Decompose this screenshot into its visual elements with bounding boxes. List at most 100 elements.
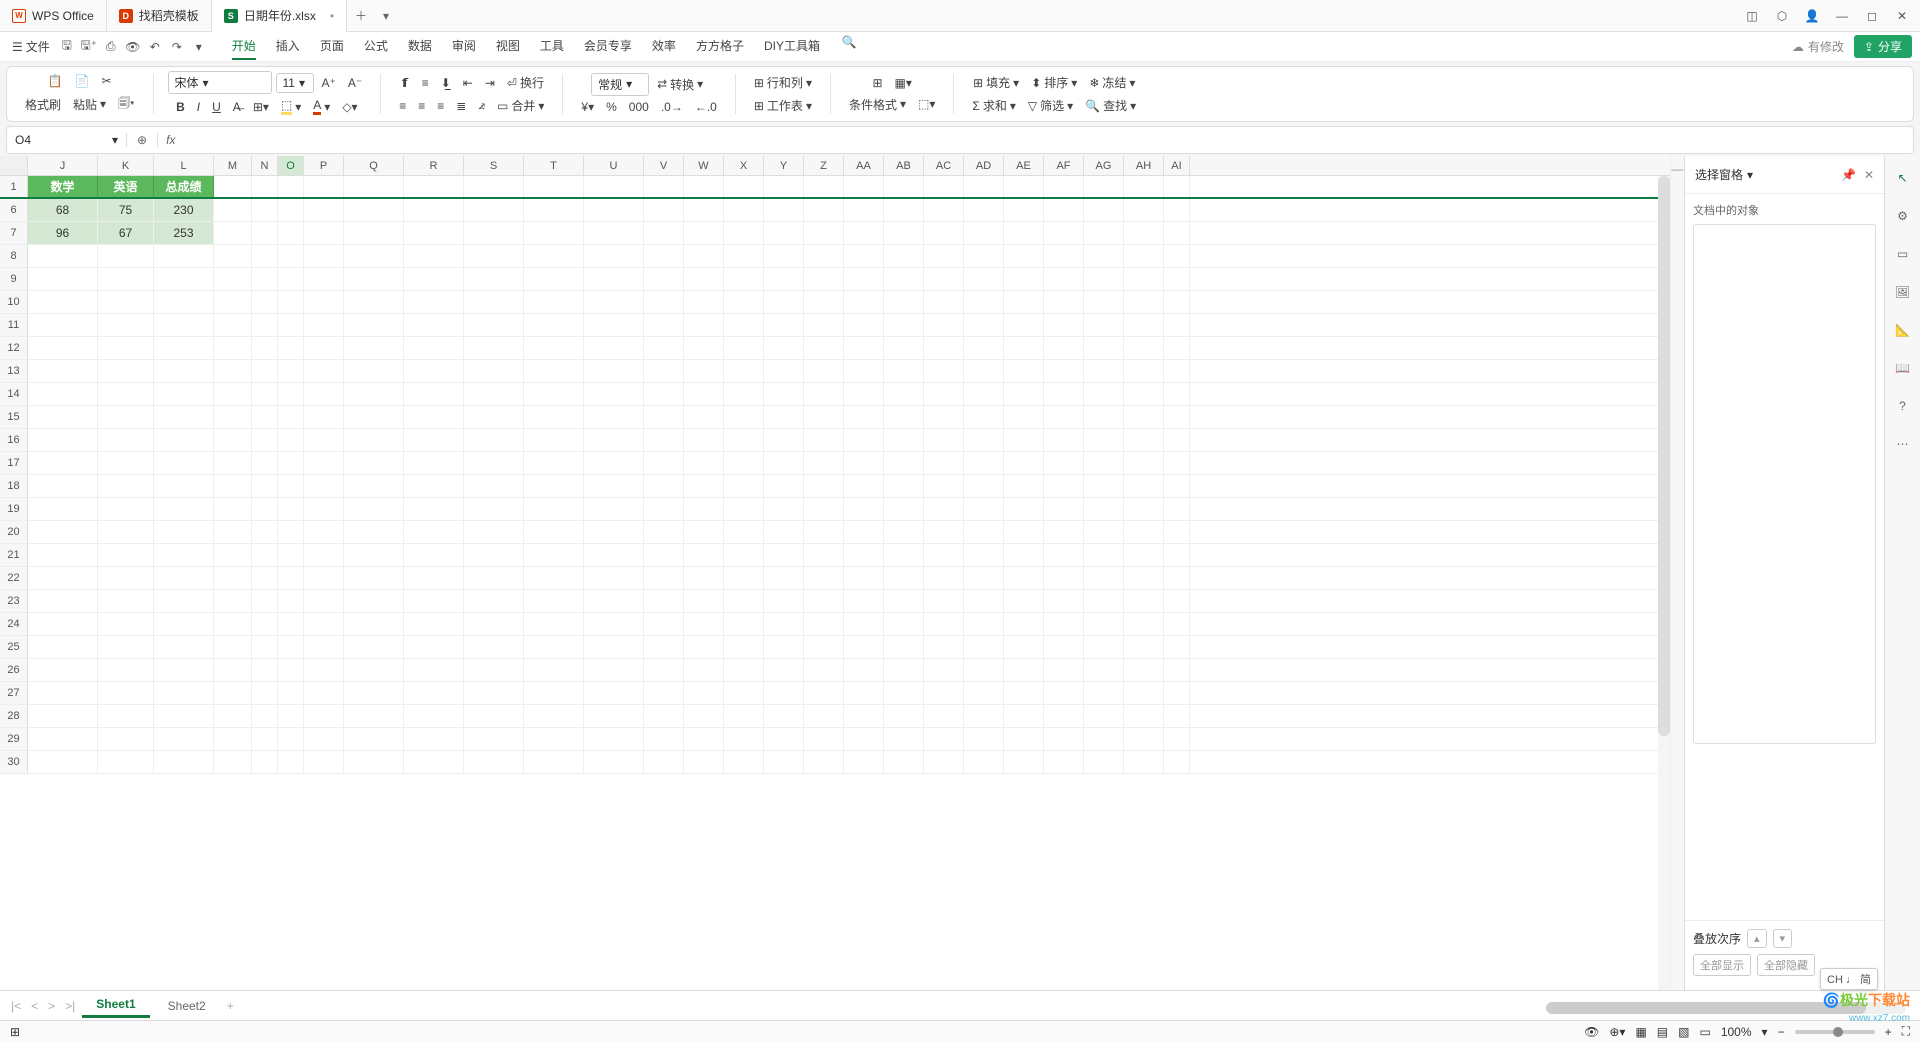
cell-R30[interactable] [404,751,464,773]
cell-AI10[interactable] [1164,291,1190,313]
cell-N19[interactable] [252,498,278,520]
cell-S12[interactable] [464,337,524,359]
cell-R12[interactable] [404,337,464,359]
sheet-last-icon[interactable]: >| [62,999,78,1013]
row-header-30[interactable]: 30 [0,751,28,773]
cell-U6[interactable] [584,199,644,221]
cell-P13[interactable] [304,360,344,382]
font-name-combo[interactable]: 宋体▾ [168,71,272,94]
cell-L14[interactable] [154,383,214,405]
cell-X20[interactable] [724,521,764,543]
cell-AD28[interactable] [964,705,1004,727]
cell-AF12[interactable] [1044,337,1084,359]
redo-icon[interactable]: ↷ [168,38,186,56]
cell-U7[interactable] [584,222,644,244]
cell-AA18[interactable] [844,475,884,497]
cell-AE25[interactable] [1004,636,1044,658]
cell-Q12[interactable] [344,337,404,359]
cell-AD14[interactable] [964,383,1004,405]
zoom-dropdown-icon[interactable]: ▾ [1762,1025,1768,1039]
cell-W14[interactable] [684,383,724,405]
cell-AD20[interactable] [964,521,1004,543]
tab-templates[interactable]: D 找稻壳模板 [107,0,212,32]
cell-Q23[interactable] [344,590,404,612]
cell-AC10[interactable] [924,291,964,313]
cell-U25[interactable] [584,636,644,658]
cell-Z23[interactable] [804,590,844,612]
cell-Y7[interactable] [764,222,804,244]
cell-T7[interactable] [524,222,584,244]
cell-J30[interactable] [28,751,98,773]
cell-Y16[interactable] [764,429,804,451]
cell-Z1[interactable] [804,176,844,197]
cell-N30[interactable] [252,751,278,773]
cell-K22[interactable] [98,567,154,589]
cell-V30[interactable] [644,751,684,773]
cell-X11[interactable] [724,314,764,336]
cell-U23[interactable] [584,590,644,612]
cell-O1[interactable] [278,176,304,197]
crop-icon[interactable]: ⬚▾ [914,95,939,113]
cell-AI27[interactable] [1164,682,1190,704]
cell-O21[interactable] [278,544,304,566]
cell-AA1[interactable] [844,176,884,197]
cell-AC16[interactable] [924,429,964,451]
border-icon[interactable]: ⊞▾ [249,98,273,116]
cell-Y29[interactable] [764,728,804,750]
row-header-26[interactable]: 26 [0,659,28,681]
cell-AD16[interactable] [964,429,1004,451]
cell-AC29[interactable] [924,728,964,750]
cell-J18[interactable] [28,475,98,497]
hide-all-button[interactable]: 全部隐藏 [1757,954,1815,976]
cell-W21[interactable] [684,544,724,566]
cell-S16[interactable] [464,429,524,451]
cell-L27[interactable] [154,682,214,704]
cell-R18[interactable] [404,475,464,497]
cell-AH8[interactable] [1124,245,1164,267]
cell-R10[interactable] [404,291,464,313]
cell-AD1[interactable] [964,176,1004,197]
col-header-Q[interactable]: Q [344,156,404,175]
cell-O26[interactable] [278,659,304,681]
cell-T26[interactable] [524,659,584,681]
cell-AE7[interactable] [1004,222,1044,244]
cell-AC26[interactable] [924,659,964,681]
currency-icon[interactable]: ¥▾ [577,98,598,116]
cell-V21[interactable] [644,544,684,566]
cell-AG13[interactable] [1084,360,1124,382]
cell-P17[interactable] [304,452,344,474]
cell-L17[interactable] [154,452,214,474]
cell-AE19[interactable] [1004,498,1044,520]
cell-V28[interactable] [644,705,684,727]
clear-format-icon[interactable]: ◇▾ [338,98,361,116]
cell-S29[interactable] [464,728,524,750]
cell-L9[interactable] [154,268,214,290]
cell-AD7[interactable] [964,222,1004,244]
cell-AG27[interactable] [1084,682,1124,704]
cell-AA29[interactable] [844,728,884,750]
font-grow-icon[interactable]: A⁺ [318,74,340,92]
cell-N7[interactable] [252,222,278,244]
cell-R26[interactable] [404,659,464,681]
zoom-value[interactable]: 100% [1721,1025,1752,1039]
cell-J15[interactable] [28,406,98,428]
cell-P22[interactable] [304,567,344,589]
cell-T16[interactable] [524,429,584,451]
cell-AA15[interactable] [844,406,884,428]
cell-AF7[interactable] [1044,222,1084,244]
cell-AB26[interactable] [884,659,924,681]
cell-AF14[interactable] [1044,383,1084,405]
preview-icon[interactable]: 👁 [124,38,142,56]
cell-AG8[interactable] [1084,245,1124,267]
cell-J26[interactable] [28,659,98,681]
cell-AI14[interactable] [1164,383,1190,405]
cell-V26[interactable] [644,659,684,681]
row-header-19[interactable]: 19 [0,498,28,520]
cell-O27[interactable] [278,682,304,704]
tab-view[interactable]: 视图 [496,33,520,60]
cell-AI12[interactable] [1164,337,1190,359]
cell-AF29[interactable] [1044,728,1084,750]
cell-AE15[interactable] [1004,406,1044,428]
align-left-icon[interactable]: ≡ [395,97,410,115]
fill-button[interactable]: ⊞填充▾ [969,72,1023,93]
